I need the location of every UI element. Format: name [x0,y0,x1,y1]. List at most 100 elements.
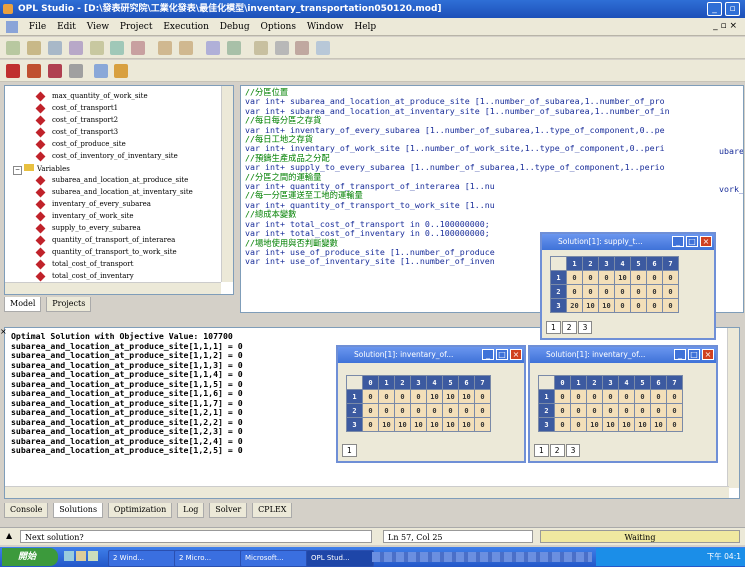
tree-item[interactable]: supply_to_every_subarea [35,223,141,233]
grid-cell[interactable]: 0 [362,417,379,432]
wand-icon[interactable] [114,64,129,78]
taskbar-item-active[interactable]: OPL Stud... [306,550,374,567]
tab-optimization[interactable]: Optimization [107,503,173,518]
grid-cell[interactable]: 10 [410,417,427,432]
grid-cell[interactable]: 0 [602,389,619,404]
grid-cell[interactable]: 0 [650,403,667,418]
grid-cell[interactable]: 0 [554,389,571,404]
grid-cell[interactable]: 0 [394,403,411,418]
menu-debug[interactable]: Debug [216,18,254,36]
grid-cell[interactable]: 10 [458,417,475,432]
tree-item[interactable]: cost_of_transport1 [35,103,118,113]
grid-cell[interactable]: 0 [582,284,599,299]
tab-cplex[interactable]: CPLEX [252,503,293,518]
grid-cell[interactable]: 0 [570,417,587,432]
grid-cell[interactable]: 10 [442,389,459,404]
dimension-tab[interactable]: 3 [565,444,581,457]
taskbar-item[interactable]: 2 Wind... [108,550,176,567]
grid-cell[interactable]: 0 [378,389,395,404]
collapse-icon[interactable]: − [13,166,22,175]
grid-cell[interactable]: 10 [426,417,443,432]
grid-cell[interactable]: 0 [662,298,679,313]
grid-cell[interactable]: 0 [410,389,427,404]
stop-icon[interactable] [26,64,41,78]
console-vertical-scrollbar[interactable] [727,328,739,488]
close-window-button[interactable]: × [510,349,522,360]
tree-item[interactable]: inventary_of_every_subarea [35,199,151,209]
menu-edit[interactable]: Edit [53,18,80,36]
tab-model[interactable]: Model [4,297,42,312]
minimize-button[interactable]: _ [707,2,722,16]
minimize-window-button[interactable]: _ [672,236,684,247]
dimension-tab[interactable]: 1 [534,444,549,457]
dimension-tab[interactable]: 3 [577,321,593,334]
grid-cell[interactable]: 0 [646,298,663,313]
grid-cell[interactable]: 0 [378,403,395,418]
step-icon[interactable] [47,64,62,78]
tool-undo-icon[interactable] [158,41,173,55]
tool-replace-icon[interactable] [226,41,241,55]
grid-cell[interactable]: 0 [586,389,603,404]
maximize-window-button[interactable]: □ [686,236,698,247]
step-up-icon[interactable]: ▲ [6,531,12,540]
grid-cell[interactable]: 10 [394,417,411,432]
grid-cell[interactable]: 0 [666,403,683,418]
dimension-tab[interactable]: 2 [561,321,577,334]
grid-cell[interactable]: 0 [554,417,571,432]
grid-cell[interactable]: 0 [666,417,683,432]
grid-cell[interactable]: 0 [650,389,667,404]
grid-cell[interactable]: 0 [634,389,651,404]
tool-find-icon[interactable] [205,41,220,55]
grid-cell[interactable]: 0 [474,417,491,432]
tool-window-icon[interactable] [274,41,289,55]
tree-vertical-scrollbar[interactable] [221,86,233,282]
taskbar-language-bar[interactable] [372,550,592,565]
tool-copy-icon[interactable] [110,41,125,55]
tool-cut-icon[interactable] [89,41,104,55]
grid-cell[interactable]: 10 [650,417,667,432]
menu-execution[interactable]: Execution [159,18,213,36]
solution-window-inventary-subarea[interactable]: Solution[1]: inventary_of... × □ _ 0 1 2 3 4 5 6 7… [336,345,526,463]
minimize-window-button[interactable]: _ [482,349,494,360]
tree-horizontal-scrollbar[interactable] [5,282,221,294]
tree-item[interactable]: cost_of_transport3 [35,127,118,137]
menu-project[interactable]: Project [116,18,157,36]
grid-cell[interactable]: 10 [618,417,635,432]
menu-options[interactable]: Options [257,18,300,36]
grid-cell[interactable]: 0 [602,403,619,418]
desktop-icon[interactable] [88,551,98,561]
minimize-window-button[interactable]: _ [674,349,686,360]
grid-cell[interactable]: 0 [618,403,635,418]
tool-paste-icon[interactable] [131,41,146,55]
tree-item[interactable]: quantity_of_transport_of_interarea [35,235,175,245]
grid-cell[interactable]: 0 [426,403,443,418]
grid-cell[interactable]: 0 [570,403,587,418]
grid-cell[interactable]: 0 [458,403,475,418]
dimension-tab[interactable]: 1 [342,444,357,457]
mdi-controls[interactable]: _ ▫ × [713,21,737,31]
grid-cell[interactable]: 10 [582,298,599,313]
console-close-icon[interactable]: × [0,327,7,336]
taskbar-item[interactable]: Microsoft... [240,550,308,567]
tree-item[interactable]: cost_of_inventory_of_inventary_site [35,151,178,161]
grid-cell[interactable]: 0 [362,403,379,418]
tree-item[interactable]: subarea_and_location_at_inventary_site [35,187,193,197]
grid-cell[interactable]: 0 [662,284,679,299]
grid-cell[interactable]: 10 [442,417,459,432]
grid-cell[interactable]: 10 [426,389,443,404]
grid-cell[interactable]: 0 [646,284,663,299]
grid-cell[interactable]: 0 [666,389,683,404]
tab-projects[interactable]: Projects [46,297,92,312]
grid-cell[interactable]: 0 [598,270,615,285]
tree-item[interactable]: total_cost_of_transport [35,259,133,269]
quick-launch[interactable] [64,551,104,563]
maximize-window-button[interactable]: □ [496,349,508,360]
grid-cell[interactable]: 0 [646,270,663,285]
tool-open-icon[interactable] [26,41,41,55]
menu-window[interactable]: Window [303,18,348,36]
close-window-button[interactable]: × [702,349,714,360]
grid-cell[interactable]: 10 [634,417,651,432]
grid-cell[interactable]: 0 [566,270,583,285]
grid-cell[interactable]: 0 [598,284,615,299]
grid-cell[interactable]: 0 [630,270,647,285]
